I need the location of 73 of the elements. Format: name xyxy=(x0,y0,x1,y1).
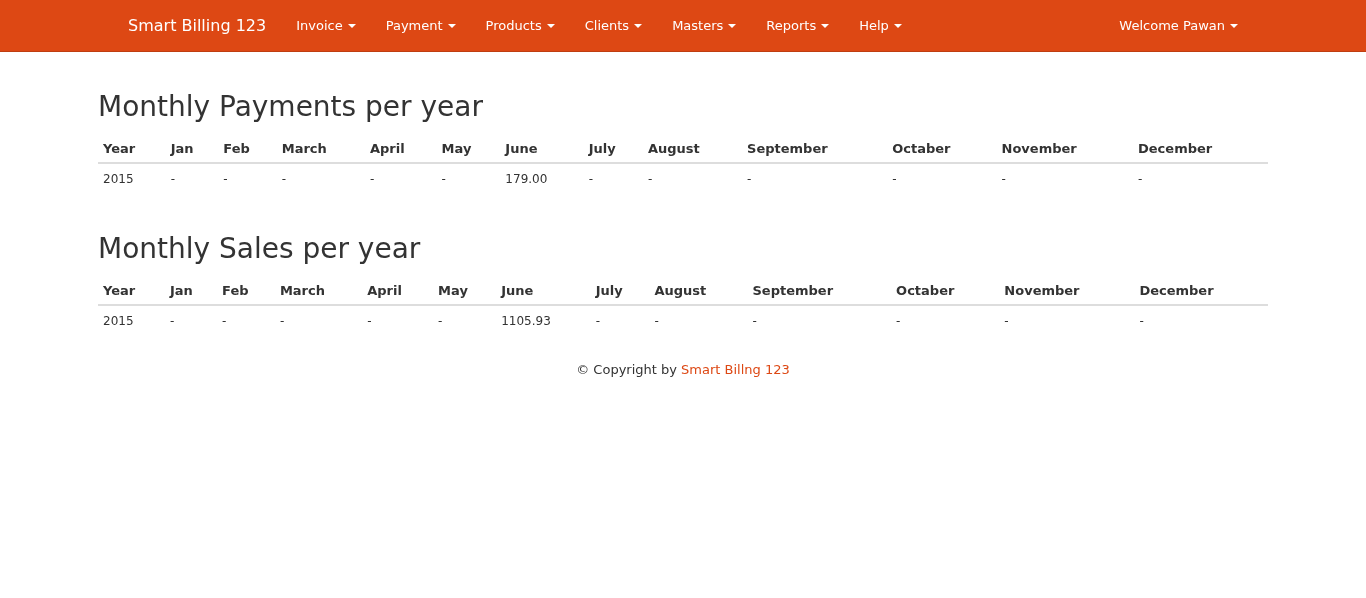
table-cell: - xyxy=(276,163,365,194)
section-title: Monthly Sales per year xyxy=(98,232,422,265)
column-header: December xyxy=(1134,277,1268,305)
menu-dropdown[interactable]: Clients xyxy=(569,18,658,33)
table-cell: 1105.93 xyxy=(496,305,591,336)
table-cell: - xyxy=(999,305,1135,336)
menu-dropdown[interactable]: Help xyxy=(844,18,917,33)
column-header: Octaber xyxy=(891,277,1000,305)
table-cell: - xyxy=(218,163,277,194)
column-header: June xyxy=(496,277,591,305)
table-cell: - xyxy=(642,163,743,194)
column-header: November xyxy=(996,135,1133,163)
brand-link[interactable]: Smart Billing 123 xyxy=(113,16,282,35)
table-cell: - xyxy=(649,305,748,336)
caret-icon xyxy=(728,23,737,28)
section-title: Monthly Payments per year xyxy=(98,90,484,123)
table-cell: - xyxy=(996,163,1133,194)
column-header: Feb xyxy=(217,277,275,305)
menu-dropdown[interactable]: Reports xyxy=(751,18,845,33)
column-header: September xyxy=(747,277,892,305)
column-header: Jan xyxy=(165,135,219,163)
table-cell: - xyxy=(164,305,218,336)
column-header: April xyxy=(365,135,437,163)
column-header: March xyxy=(276,135,365,163)
caret-icon xyxy=(821,23,830,28)
column-header: Jan xyxy=(164,277,218,305)
column-header: November xyxy=(999,277,1135,305)
table-cell: - xyxy=(1134,305,1268,336)
column-header: August xyxy=(649,277,748,305)
table-cell: - xyxy=(365,163,437,194)
table-cell: 2015 xyxy=(98,163,166,194)
user-menu-dropdown[interactable]: Welcome Pawan xyxy=(1104,18,1253,33)
copyright-text: © Copyright by Smart Billng 123 xyxy=(575,362,791,377)
table-cell: 179.00 xyxy=(500,163,584,194)
table-cell: - xyxy=(1133,163,1268,194)
column-header: April xyxy=(362,277,434,305)
column-header: December xyxy=(1133,135,1268,163)
caret-icon xyxy=(1230,23,1238,28)
table-cell: - xyxy=(362,305,434,336)
table-cell: - xyxy=(274,305,363,336)
table-cell: - xyxy=(436,163,501,194)
column-header: June xyxy=(500,135,584,163)
table-cell: - xyxy=(583,163,643,194)
table-cell: - xyxy=(742,163,888,194)
table-cell: - xyxy=(217,305,275,336)
column-header: August xyxy=(642,135,743,163)
column-header: March xyxy=(274,277,363,305)
footer-link[interactable]: Smart Billng 123 xyxy=(681,362,790,377)
caret-icon xyxy=(634,23,643,28)
table-cell: - xyxy=(887,163,997,194)
table-cell: - xyxy=(165,163,219,194)
table-cell: - xyxy=(590,305,650,336)
column-header: May xyxy=(433,277,497,305)
table-cell: - xyxy=(433,305,497,336)
table-cell: - xyxy=(747,305,892,336)
column-header: July xyxy=(590,277,650,305)
caret-icon xyxy=(893,23,902,28)
caret-icon xyxy=(447,23,456,28)
caret-icon xyxy=(546,23,555,28)
column-header: September xyxy=(742,135,888,163)
menu-dropdown[interactable]: Invoice xyxy=(281,18,371,33)
column-header: Feb xyxy=(218,135,277,163)
menu-dropdown[interactable]: Products xyxy=(470,18,570,33)
column-header: Octaber xyxy=(887,135,997,163)
table-cell: 2015 xyxy=(98,305,165,336)
caret-icon xyxy=(347,23,356,28)
menu-dropdown[interactable]: Masters xyxy=(657,18,752,33)
column-header: July xyxy=(583,135,643,163)
menu-dropdown[interactable]: Payment xyxy=(370,18,471,33)
column-header: May xyxy=(436,135,501,163)
table-cell: - xyxy=(891,305,1000,336)
column-header: Year xyxy=(98,135,166,163)
column-header: Year xyxy=(98,277,165,305)
